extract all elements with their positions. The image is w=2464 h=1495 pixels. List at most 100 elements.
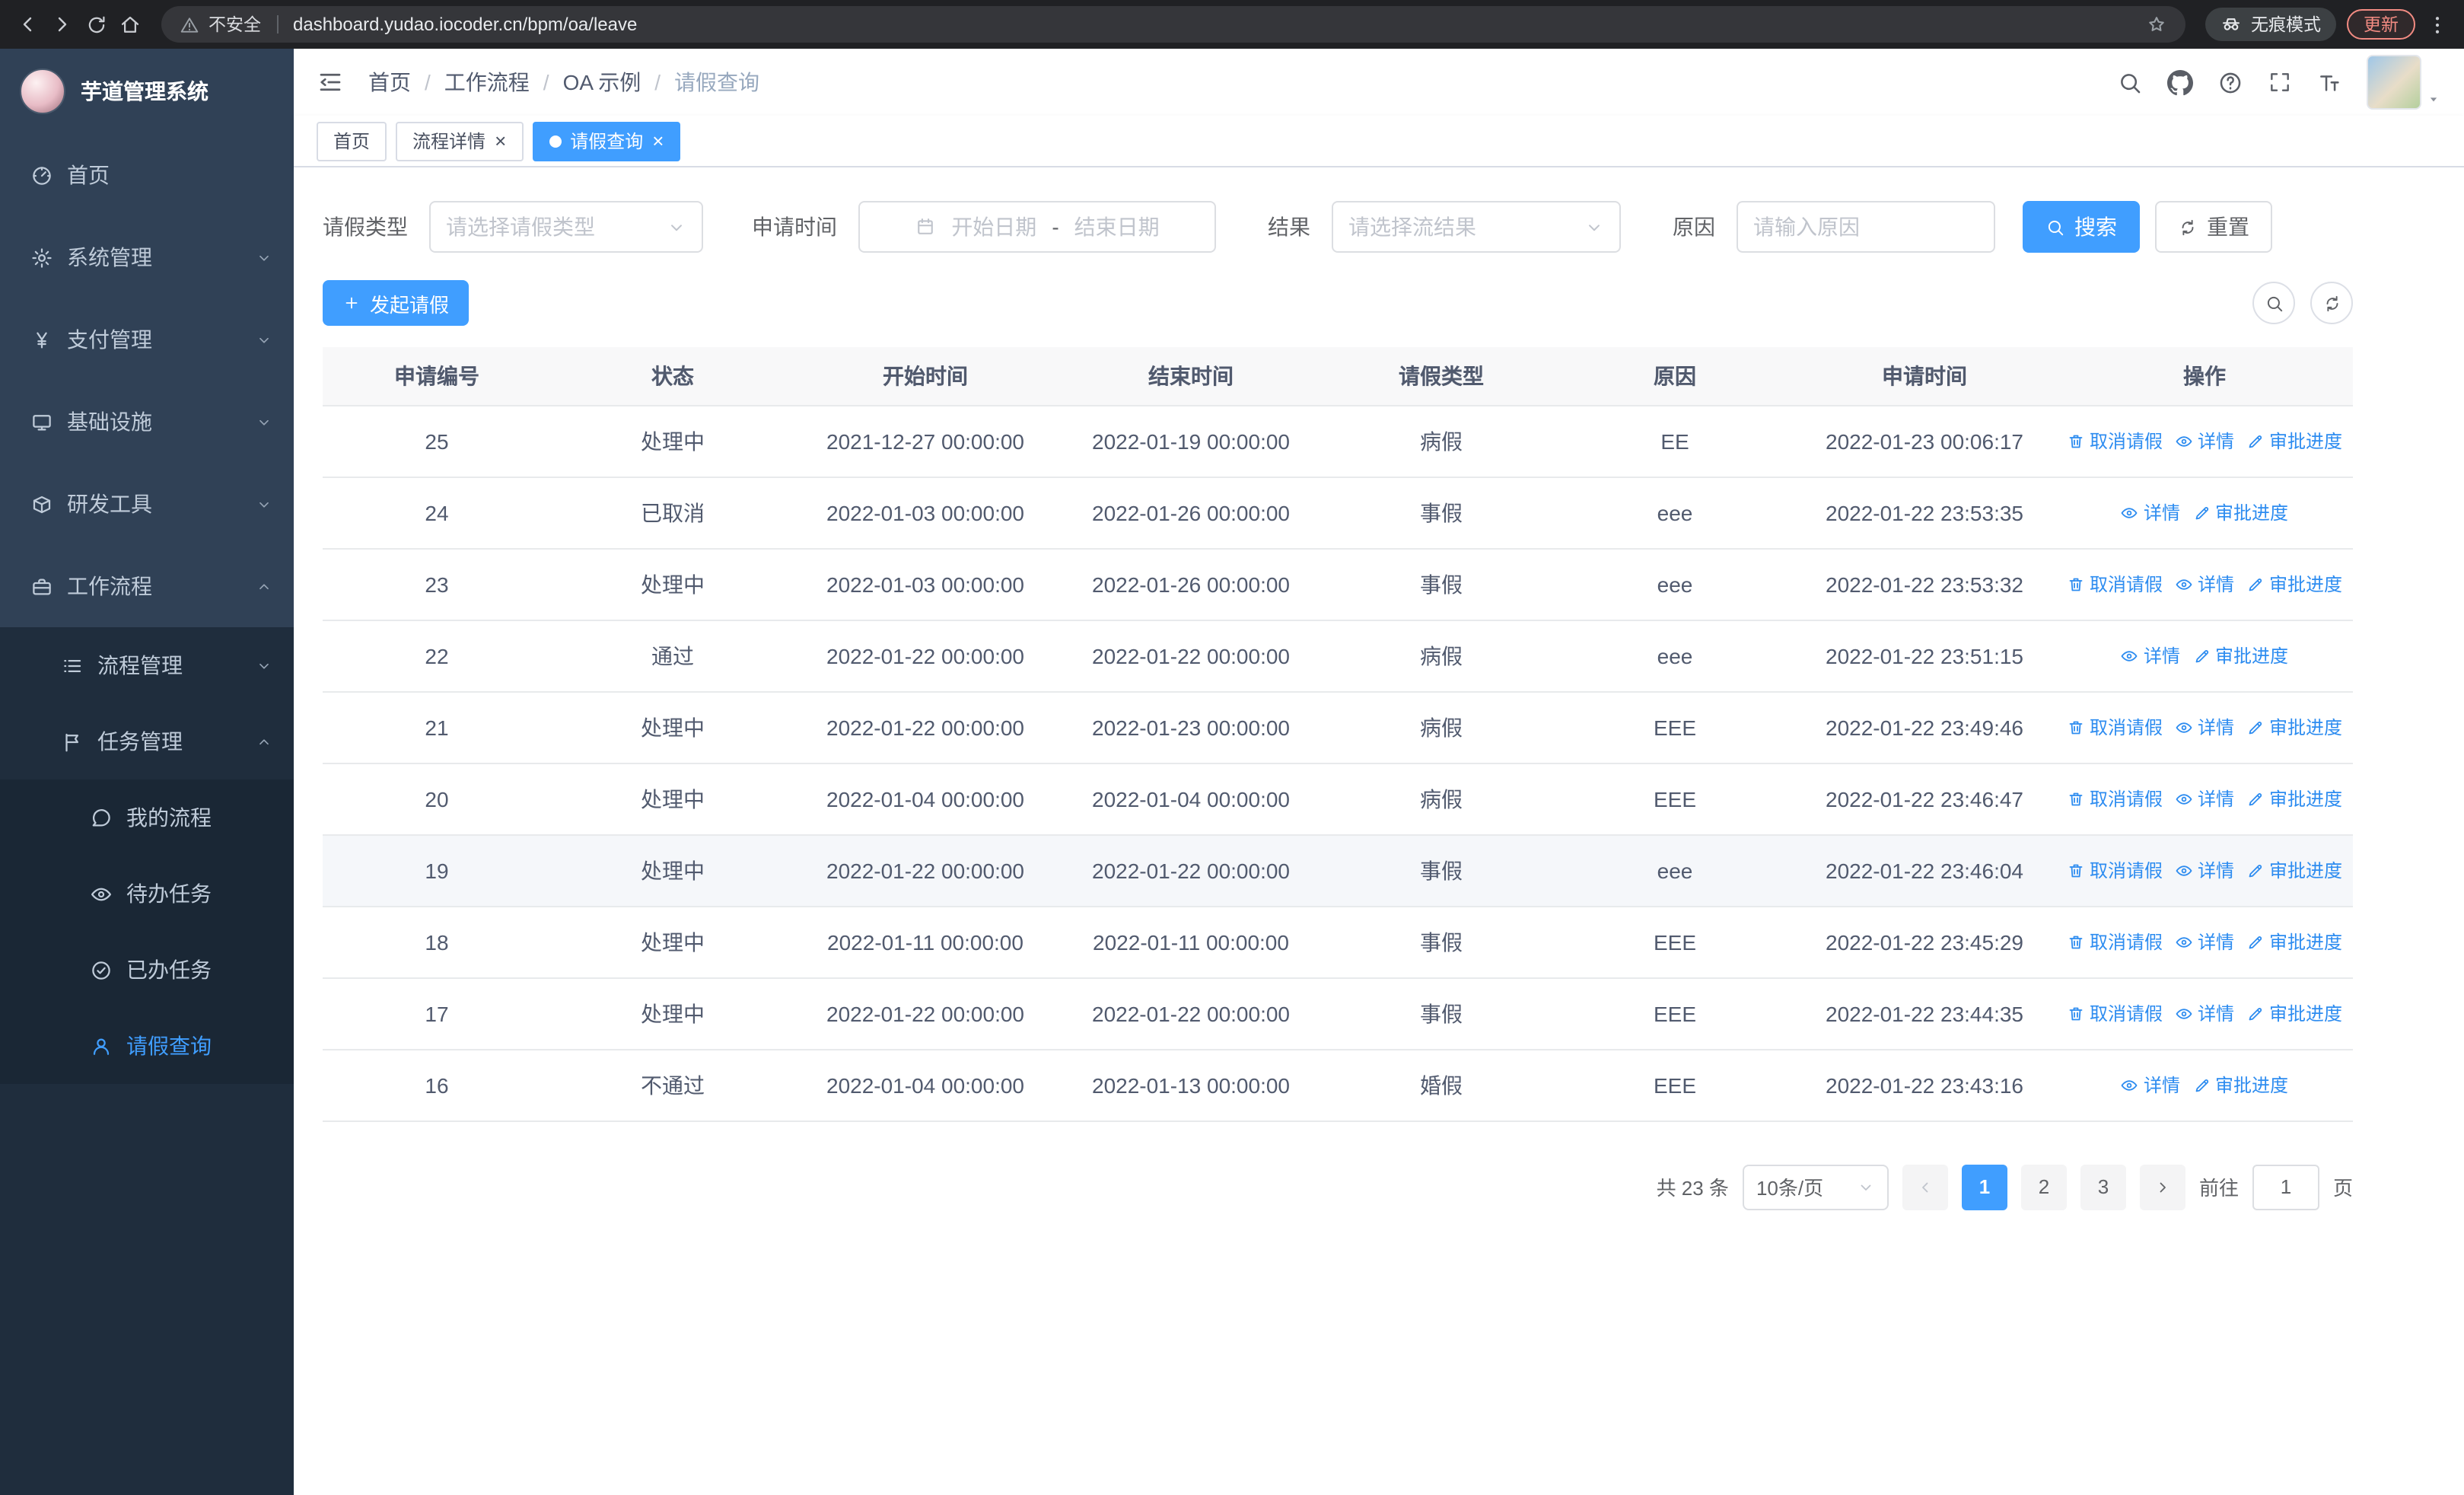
apply-time-range-picker[interactable]: 开始日期 - 结束日期	[858, 201, 1216, 253]
action-detail-link[interactable]: 详情	[2175, 714, 2234, 740]
action-detail-link[interactable]: 详情	[2121, 642, 2180, 668]
sidebar-item-devtools[interactable]: 研发工具	[0, 463, 294, 545]
page-3-button[interactable]: 3	[2080, 1164, 2126, 1210]
table-search-toggle-button[interactable]	[2252, 282, 2295, 324]
address-bar[interactable]: 不安全 dashboard.yudao.iocoder.cn/bpm/oa/le…	[161, 6, 2185, 43]
page-size-value: 10条/页	[1756, 1177, 1824, 1200]
action-cancel-link[interactable]: 取消请假	[2067, 1000, 2163, 1026]
action-label: 详情	[2197, 789, 2234, 810]
breadcrumb-item[interactable]: 工作流程	[444, 67, 530, 97]
search-icon[interactable]	[2117, 69, 2143, 95]
result-select[interactable]: 请选择流结果	[1332, 201, 1621, 253]
forward-icon[interactable]	[50, 12, 75, 37]
github-icon[interactable]	[2167, 69, 2193, 95]
action-cancel-link[interactable]: 取消请假	[2067, 786, 2163, 811]
eye-icon	[2175, 1004, 2193, 1022]
action-progress-link[interactable]: 审批进度	[2246, 714, 2342, 740]
action-detail-link[interactable]: 详情	[2175, 857, 2234, 883]
next-page-button[interactable]	[2139, 1164, 2185, 1210]
action-detail-link[interactable]: 详情	[2121, 1072, 2180, 1098]
sidebar-item-system[interactable]: 系统管理	[0, 216, 294, 298]
sidebar-item-my-process[interactable]: 我的流程	[0, 779, 294, 856]
prev-page-button[interactable]	[1902, 1164, 1948, 1210]
goto-page-input[interactable]	[2252, 1164, 2319, 1210]
font-size-icon[interactable]	[2316, 69, 2342, 95]
fullscreen-icon[interactable]	[2268, 70, 2292, 94]
action-detail-link[interactable]: 详情	[2175, 786, 2234, 811]
app-logo[interactable]: 芋道管理系统	[0, 49, 294, 134]
cell-end: 2022-01-04 00:00:00	[1056, 763, 1326, 835]
page-2-button[interactable]: 2	[2020, 1164, 2067, 1210]
sidebar-item-process-mgmt[interactable]: 流程管理	[0, 627, 294, 703]
action-progress-link[interactable]: 审批进度	[2246, 929, 2342, 955]
sidebar-item-infra[interactable]: 基础设施	[0, 381, 294, 463]
breadcrumb-item[interactable]: 首页	[368, 67, 411, 97]
action-cancel-link[interactable]: 取消请假	[2067, 428, 2163, 454]
user-avatar[interactable]	[2367, 55, 2441, 110]
chevron-down-icon	[256, 331, 272, 348]
sidebar-item-label: 已办任务	[126, 958, 212, 982]
reason-input[interactable]	[1737, 201, 1995, 253]
search-button[interactable]: 搜索	[2023, 201, 2140, 253]
row-actions: 取消请假 详情 审批进度	[2056, 714, 2353, 740]
action-label: 详情	[2197, 717, 2234, 738]
action-cancel-link[interactable]: 取消请假	[2067, 929, 2163, 955]
update-button[interactable]: 更新	[2347, 9, 2415, 40]
gear-icon	[30, 246, 53, 269]
breadcrumb-item[interactable]: OA 示例	[563, 67, 641, 97]
reset-button[interactable]: 重置	[2155, 201, 2272, 253]
browser-menu-icon[interactable]	[2426, 13, 2449, 36]
action-label: 取消请假	[2089, 431, 2163, 452]
action-progress-link[interactable]: 审批进度	[2246, 786, 2342, 811]
table-row: 18 处理中 2022-01-11 00:00:00 2022-01-11 00:00…	[323, 906, 2353, 978]
action-detail-link[interactable]: 详情	[2175, 428, 2234, 454]
sidebar-item-home[interactable]: 首页	[0, 134, 294, 216]
action-progress-link[interactable]: 审批进度	[2246, 1000, 2342, 1026]
column-header: 申请编号	[323, 347, 551, 406]
sidebar-item-task-mgmt[interactable]: 任务管理	[0, 703, 294, 779]
trash-icon	[2067, 432, 2085, 450]
table-row: 17 处理中 2022-01-22 00:00:00 2022-01-22 00:00…	[323, 977, 2353, 1050]
action-progress-link[interactable]: 审批进度	[2192, 499, 2288, 525]
page-1-button[interactable]: 1	[1961, 1164, 2007, 1210]
sidebar-item-done-tasks[interactable]: 已办任务	[0, 932, 294, 1008]
table-refresh-button[interactable]	[2310, 282, 2353, 324]
home-icon[interactable]	[119, 13, 142, 36]
cell-status: 处理中	[551, 548, 794, 620]
create-leave-button[interactable]: 发起请假	[323, 280, 470, 326]
tab-process-detail[interactable]: 流程详情 ×	[396, 121, 524, 161]
action-detail-link[interactable]: 详情	[2175, 1000, 2234, 1026]
tab-home[interactable]: 首页	[317, 121, 387, 161]
tab-leave-query[interactable]: 请假查询 ×	[532, 121, 681, 161]
action-progress-link[interactable]: 审批进度	[2192, 1072, 2288, 1098]
sidebar-item-workflow[interactable]: 工作流程	[0, 545, 294, 627]
browser-chrome: 不安全 dashboard.yudao.iocoder.cn/bpm/oa/le…	[0, 0, 2464, 49]
leave-type-select[interactable]: 请选择请假类型	[429, 201, 703, 253]
cell-type: 事假	[1326, 548, 1557, 620]
cell-applied: 2022-01-22 23:46:04	[1793, 834, 2056, 907]
reload-icon[interactable]	[85, 13, 108, 36]
action-progress-link[interactable]: 审批进度	[2192, 642, 2288, 668]
bookmark-star-icon[interactable]	[2146, 14, 2167, 35]
action-cancel-link[interactable]: 取消请假	[2067, 714, 2163, 740]
action-cancel-link[interactable]: 取消请假	[2067, 571, 2163, 597]
cell-actions: 详情 审批进度	[2056, 1049, 2353, 1121]
action-detail-link[interactable]: 详情	[2175, 929, 2234, 955]
page-size-select[interactable]: 10条/页	[1742, 1164, 1889, 1210]
sidebar-collapse-icon[interactable]	[317, 69, 344, 96]
action-cancel-link[interactable]: 取消请假	[2067, 857, 2163, 883]
cell-start: 2022-01-03 00:00:00	[794, 477, 1056, 549]
back-icon[interactable]	[15, 12, 40, 37]
action-progress-link[interactable]: 审批进度	[2246, 428, 2342, 454]
action-detail-link[interactable]: 详情	[2121, 499, 2180, 525]
action-progress-link[interactable]: 审批进度	[2246, 571, 2342, 597]
close-icon[interactable]: ×	[652, 131, 664, 151]
sidebar-item-payment[interactable]: 支付管理	[0, 298, 294, 381]
sidebar-item-todo-tasks[interactable]: 待办任务	[0, 856, 294, 932]
action-progress-link[interactable]: 审批进度	[2246, 857, 2342, 883]
sidebar-item-leave-query[interactable]: 请假查询	[0, 1008, 294, 1084]
action-detail-link[interactable]: 详情	[2175, 571, 2234, 597]
close-icon[interactable]: ×	[495, 131, 506, 151]
help-icon[interactable]	[2217, 69, 2243, 95]
divider	[276, 15, 278, 33]
